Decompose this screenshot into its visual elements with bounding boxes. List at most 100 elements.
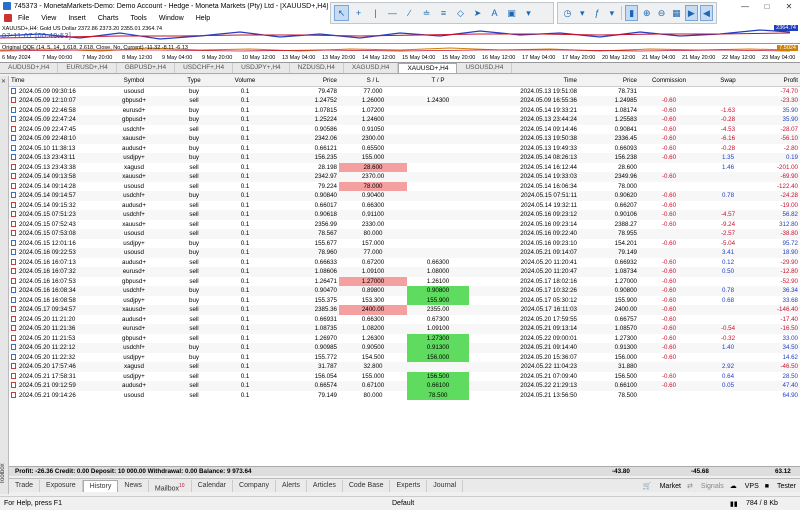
table-row[interactable]: 2024.05.20 11:21:36 eurusd+ sell 0.1 1.08735…: [9, 324, 800, 334]
more-tools-icon[interactable]: ▾: [521, 5, 536, 21]
menu-file[interactable]: File: [12, 15, 35, 22]
crosshair-icon[interactable]: +: [351, 5, 366, 21]
chart-tab[interactable]: NZDUSD,H4: [290, 63, 344, 73]
signals-button[interactable]: ⇄ Signals: [687, 482, 724, 490]
shapes-icon[interactable]: ◇: [453, 5, 468, 21]
table-row[interactable]: 2024.05.20 11:22:32 usdjpy+ buy 0.1 155.772 1…: [9, 352, 800, 362]
table-row[interactable]: 2024.05.16 16:07:32 eurusd+ sell 0.1 1.08606…: [9, 267, 800, 277]
tab-history[interactable]: History: [82, 479, 119, 492]
table-row[interactable]: 2024.05.16 16:07:13 audusd+ sell 0.1 0.66633…: [9, 258, 800, 268]
autoscroll-icon[interactable]: ▶: [684, 5, 698, 21]
cursor-icon[interactable]: ↖: [334, 5, 349, 21]
table-row[interactable]: 2024.05.09 22:47:45 usdchf+ sell 0.1 0.90586…: [9, 125, 800, 135]
table-row[interactable]: 2024.05.16 16:08:58 usdjpy+ buy 0.1 155.375 1…: [9, 295, 800, 305]
tab-company[interactable]: Company: [233, 479, 276, 492]
col-profit[interactable]: Profit: [757, 76, 800, 87]
table-row[interactable]: 2024.05.17 09:34:57 xauusd+ sell 0.1 2385.36…: [9, 305, 800, 315]
tab-articles[interactable]: Articles: [307, 479, 343, 492]
arrow-icon[interactable]: ➤: [470, 5, 485, 21]
table-row[interactable]: 2024.05.09 22:47:24 gbpusd+ buy 0.1 1.25224 1…: [9, 115, 800, 125]
chart-tab[interactable]: XAUUSD+,H4: [398, 63, 458, 73]
chevron-down-icon[interactable]: ▾: [576, 5, 589, 21]
clock-icon[interactable]: ◷: [561, 5, 574, 21]
table-row[interactable]: 2024.05.10 11:38:13 audusd+ buy 0.1 0.66121 0…: [9, 144, 800, 154]
vertical-line-icon[interactable]: |: [368, 5, 383, 21]
table-row[interactable]: 2024.05.15 07:51:23 usdchf+ sell 0.1 0.90618…: [9, 210, 800, 220]
table-row[interactable]: 2024.05.16 16:07:53 gbpusd+ sell 0.1 1.26471…: [9, 276, 800, 286]
table-row[interactable]: 2024.05.15 12:01:16 usdjpy+ buy 0.1 155.677 1…: [9, 239, 800, 249]
chart-tab[interactable]: USDCHF+,H4: [175, 63, 234, 73]
minimize-button[interactable]: —: [734, 0, 756, 12]
qqe-indicator-window[interactable]: Original QQE (14, 5, 14, 1.618, 2.618, C…: [0, 43, 800, 54]
tab-news[interactable]: News: [118, 479, 149, 492]
table-row[interactable]: 2024.05.14 09:14:57 usdchf+ buy 0.1 0.90840 0…: [9, 191, 800, 201]
market-button[interactable]: 🛒 Market: [643, 482, 681, 490]
vps-button[interactable]: ☁ VPS: [730, 482, 759, 490]
col-close-price[interactable]: Price: [579, 76, 639, 87]
chevron-down-icon[interactable]: ▾: [605, 5, 618, 21]
table-row[interactable]: 2024.05.20 11:21:20 audusd+ sell 0.1 0.66931…: [9, 315, 800, 325]
chart-tab[interactable]: XAGUSD,H4: [344, 63, 399, 73]
indicators-icon[interactable]: ƒ: [591, 5, 604, 21]
trendline-icon[interactable]: ∕: [402, 5, 417, 21]
table-row[interactable]: 2024.05.21 09:12:59 audusd+ sell 0.1 0.66574…: [9, 381, 800, 391]
col-commission[interactable]: Commission: [639, 76, 699, 87]
candles-icon[interactable]: ▮: [625, 5, 639, 21]
table-row[interactable]: 2024.05.16 09:22:53 usousd buy 0.1 78.960 77.…: [9, 248, 800, 258]
table-row[interactable]: 2024.05.14 09:15:32 audusd+ sell 0.1 0.66017…: [9, 201, 800, 211]
col-swap[interactable]: Swap: [699, 76, 757, 87]
table-row[interactable]: 2024.05.13 23:43:11 usdjpy+ buy 0.1 156.235 1…: [9, 153, 800, 163]
col-sl[interactable]: S / L: [339, 76, 407, 87]
chart-tab[interactable]: USOUSD,H4: [457, 63, 513, 73]
tab-trade[interactable]: Trade: [9, 479, 41, 492]
tab-mailbox[interactable]: Mailbox10: [149, 479, 192, 492]
chart-tab[interactable]: GBPUSD+,H4: [117, 63, 176, 73]
table-row[interactable]: 2024.05.20 11:21:53 gbpusd+ sell 0.1 1.26970…: [9, 333, 800, 343]
table-row[interactable]: 2024.05.16 16:08:34 usdchf+ buy 0.1 0.90470 0…: [9, 286, 800, 296]
table-row[interactable]: 2024.05.09 12:10:07 gbpusd+ sell 0.1 1.24752…: [9, 96, 800, 106]
label-icon[interactable]: ▣: [504, 5, 519, 21]
table-row[interactable]: 2024.05.20 11:22:12 usdchf+ buy 0.1 0.90985 0…: [9, 343, 800, 353]
tab-journal[interactable]: Journal: [427, 479, 464, 492]
table-row[interactable]: 2024.05.09 22:46:58 eurusd+ buy 0.1 1.07815 1…: [9, 106, 800, 116]
menu-window[interactable]: Window: [153, 15, 190, 22]
menu-help[interactable]: Help: [190, 15, 216, 22]
table-row[interactable]: 2024.05.21 17:58:31 usdjpy+ sell 0.1 156.054…: [9, 371, 800, 381]
col-tp[interactable]: T / P: [407, 76, 469, 87]
table-row[interactable]: 2024.05.14 09:14:28 usousd sell 0.1 79.224 78…: [9, 181, 800, 191]
close-icon[interactable]: ✕: [1, 78, 6, 85]
tester-button[interactable]: ■ Tester: [765, 483, 796, 490]
close-button[interactable]: ✕: [778, 0, 800, 12]
table-row[interactable]: 2024.05.15 07:53:08 usousd sell 0.1 78.567 80…: [9, 229, 800, 239]
tab-code-base[interactable]: Code Base: [343, 479, 391, 492]
table-row[interactable]: 2024.05.20 17:57:46 xagusd sell 0.1 31.787 32…: [9, 362, 800, 372]
status-profile[interactable]: Default: [392, 500, 414, 507]
chart-shift-icon[interactable]: ◀: [699, 5, 714, 21]
col-time[interactable]: Time: [9, 76, 99, 87]
col-price[interactable]: Price: [271, 76, 339, 87]
table-row[interactable]: 2024.05.09 22:48:10 xauusd+ buy 0.1 2342.06 2…: [9, 134, 800, 144]
fibonacci-icon[interactable]: ≡: [436, 5, 451, 21]
menu-insert[interactable]: Insert: [62, 15, 92, 22]
chart-tab[interactable]: EURUSD+,H4: [58, 63, 117, 73]
table-row[interactable]: 2024.05.21 09:14:26 usousd sell 0.1 79.149 80…: [9, 390, 800, 400]
table-row[interactable]: 2024.05.09 09:30:16 usousd buy 0.1 79.478 77.…: [9, 86, 800, 96]
table-row[interactable]: 2024.05.14 09:13:58 xauusd+ sell 0.1 2342.97…: [9, 172, 800, 182]
table-row[interactable]: 2024.05.15 07:52:43 xauusd+ sell 0.1 2356.99…: [9, 220, 800, 230]
tab-calendar[interactable]: Calendar: [192, 479, 234, 492]
col-volume[interactable]: Volume: [219, 76, 271, 87]
zoom-out-icon[interactable]: ⊖: [655, 5, 668, 21]
tab-exposure[interactable]: Exposure: [40, 479, 83, 492]
col-symbol[interactable]: Symbol: [99, 76, 169, 87]
maximize-button[interactable]: □: [756, 0, 778, 12]
channel-icon[interactable]: ≐: [419, 5, 434, 21]
tile-icon[interactable]: ▦: [670, 5, 683, 21]
zoom-in-icon[interactable]: ⊕: [640, 5, 653, 21]
tab-experts[interactable]: Experts: [390, 479, 428, 492]
col-close-time[interactable]: Time: [469, 76, 579, 87]
menu-view[interactable]: View: [35, 15, 62, 22]
menu-tools[interactable]: Tools: [124, 15, 152, 22]
col-type[interactable]: Type: [169, 76, 219, 87]
menu-charts[interactable]: Charts: [92, 15, 125, 22]
chart-tab[interactable]: USDJPY+,H4: [233, 63, 290, 73]
